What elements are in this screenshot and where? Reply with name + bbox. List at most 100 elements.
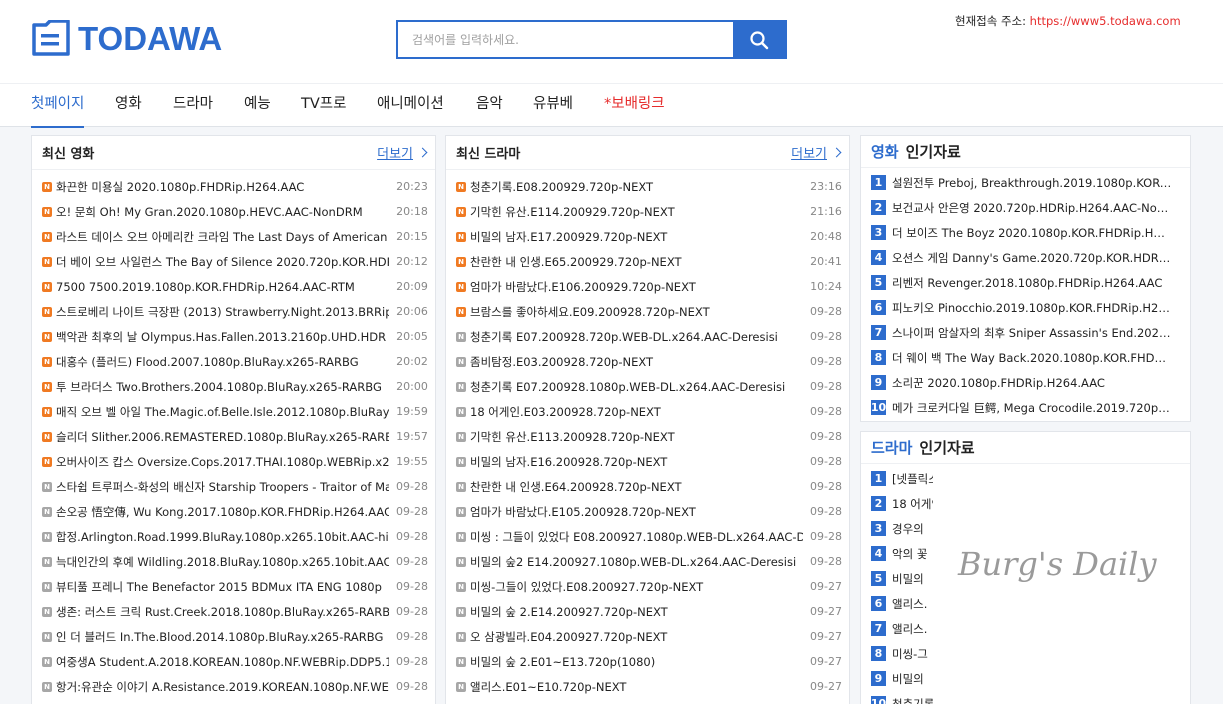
list-item[interactable]: 찬란한 내 인생.E64.200928.720p-NEXT09-28 xyxy=(446,474,849,499)
list-item-title[interactable]: 여중생A Student.A.2018.KOREAN.1080p.NF.WEBR… xyxy=(56,654,389,670)
nav-item-home[interactable]: 첫페이지 xyxy=(31,84,85,128)
list-item-title[interactable]: 브람스를 좋아하세요.E09.200928.720p-NEXT xyxy=(470,304,803,320)
list-item[interactable]: 뷰티풀 프레니 The Benefactor 2015 BDMux ITA EN… xyxy=(32,574,435,599)
list-item-title[interactable]: 스타쉽 트루퍼스-화성의 배신자 Starship Troopers - Tra… xyxy=(56,479,389,495)
rank-item[interactable]: 5 리벤저 Revenger.2018.1080p.FHDRip.H264.AAC xyxy=(861,270,1190,295)
rank-item[interactable]: 1 설원전투 Preboj, Breakthrough.2019.1080p.KO… xyxy=(861,170,1190,195)
rank-item-title[interactable]: 스나이퍼 암살자의 최후 Sniper Assassin's End.2020.… xyxy=(892,325,1172,341)
list-item-title[interactable]: 합정.Arlington.Road.1999.BluRay.1080p.x265… xyxy=(56,529,389,545)
rank-item-title[interactable]: 피노키오 Pinocchio.2019.1080p.KOR.FHDRip.H26… xyxy=(892,300,1172,316)
more-link[interactable]: 더보기 xyxy=(791,143,842,162)
list-item[interactable]: 청춘기록 E07.200928.1080p.WEB-DL.x264.AAC-De… xyxy=(446,374,849,399)
rank-item-title[interactable]: 메가 크로커다일 巨鳄, Mega Crocodile.2019.720p.HD… xyxy=(892,400,1172,416)
list-item-title[interactable]: 엄마가 바람났다.E105.200928.720p-NEXT xyxy=(470,504,803,520)
rank-item[interactable]: 2 보건교사 안은영 2020.720p.HDRip.H264.AAC-NonDR… xyxy=(861,195,1190,220)
list-item-title[interactable]: 비밀의 숲2 E14.200927.1080p.WEB-DL.x264.AAC-… xyxy=(470,554,803,570)
list-item-title[interactable]: 오! 문희 Oh! My Gran.2020.1080p.HEVC.AAC-No… xyxy=(56,204,389,220)
list-item[interactable]: 합정.Arlington.Road.1999.BluRay.1080p.x265… xyxy=(32,524,435,549)
list-item-title[interactable]: 미씽 : 그들이 있었다 E08.200927.1080p.WEB-DL.x26… xyxy=(470,529,803,545)
list-item-title[interactable]: 좀비탐정.E03.200928.720p-NEXT xyxy=(470,354,803,370)
list-item-title[interactable]: 청춘기록.E08.200929.720p-NEXT xyxy=(470,179,803,195)
list-item[interactable]: 라스트 데이스 오브 아메리칸 크라임 The Last Days of Ame… xyxy=(32,224,435,249)
list-item-title[interactable]: 비밀의 숲 2.E01~E13.720p(1080) xyxy=(470,654,803,670)
list-item-title[interactable]: 찬란한 내 인생.E64.200928.720p-NEXT xyxy=(470,479,803,495)
nav-item-music[interactable]: 음악 xyxy=(476,84,503,128)
list-item[interactable]: 더 베이 오브 사일런스 The Bay of Silence 2020.720… xyxy=(32,249,435,274)
list-item[interactable]: 청춘기록.E08.200929.720p-NEXT23:16 xyxy=(446,174,849,199)
rank-item[interactable]: 3 더 보이즈 The Boyz 2020.1080p.KOR.FHDRip.H2… xyxy=(861,220,1190,245)
list-item-title[interactable]: 찬란한 내 인생.E65.200929.720p-NEXT xyxy=(470,254,803,270)
list-item[interactable]: 엄마가 바람났다.E106.200929.720p-NEXT10:24 xyxy=(446,274,849,299)
list-item-title[interactable]: 생존: 러스트 크릭 Rust.Creek.2018.1080p.BluRay.… xyxy=(56,604,389,620)
list-item-title[interactable]: 비밀의 숲 2.E14.200927.720p-NEXT xyxy=(470,604,803,620)
list-item[interactable]: 좀비탐정.E03.200928.720p-NEXT09-28 xyxy=(446,349,849,374)
list-item-title[interactable]: 미씽-그들이 있었다.E08.200927.720p-NEXT xyxy=(470,579,803,595)
list-item[interactable]: 비밀의 남자.E17.200929.720p-NEXT20:48 xyxy=(446,224,849,249)
rank-item[interactable]: 9 소리꾼 2020.1080p.FHDRip.H264.AAC xyxy=(861,370,1190,395)
list-item-title[interactable]: 청춘기록 E07.200928.1080p.WEB-DL.x264.AAC-De… xyxy=(470,379,803,395)
rank-item[interactable]: 10 메가 크로커다일 巨鳄, Mega Crocodile.2019.720p.… xyxy=(861,395,1190,420)
list-item[interactable]: 인 더 블러드 In.The.Blood.2014.1080p.BluRay.x… xyxy=(32,624,435,649)
address-link[interactable]: https://www5.todawa.com xyxy=(1030,14,1181,28)
list-item-title[interactable]: 대홍수 (플러드) Flood.2007.1080p.BluRay.x265-R… xyxy=(56,354,389,370)
nav-item-dramas[interactable]: 드라마 xyxy=(173,84,213,128)
nav-item-movies[interactable]: 영화 xyxy=(115,84,142,128)
list-item-title[interactable]: 오버사이즈 캅스 Oversize.Cops.2017.THAI.1080p.W… xyxy=(56,454,389,470)
list-item[interactable]: 18 어게인.E03.200928.720p-NEXT09-28 xyxy=(446,399,849,424)
list-item[interactable]: 늑대인간의 후예 Wildling.2018.BluRay.1080p.x265… xyxy=(32,549,435,574)
rank-item-title[interactable]: 소리꾼 2020.1080p.FHDRip.H264.AAC xyxy=(892,375,1172,391)
rank-item-title[interactable]: 더 웨이 백 The Way Back.2020.1080p.KOR.FHDRi… xyxy=(892,350,1172,366)
nav-item-tv[interactable]: TV프로 xyxy=(301,84,346,128)
list-item[interactable]: 대홍수 (플러드) Flood.2007.1080p.BluRay.x265-R… xyxy=(32,349,435,374)
list-item[interactable]: 앨리스.E01~E10.720p-NEXT09-27 xyxy=(446,674,849,699)
list-item[interactable]: 오 삼광빌라.E04.200927.720p-NEXT09-27 xyxy=(446,624,849,649)
list-item-title[interactable]: 청춘기록 E07.200928.720p.WEB-DL.x264.AAC-Der… xyxy=(470,329,803,345)
more-link[interactable]: 더보기 xyxy=(377,143,428,162)
list-item-title[interactable]: 화끈한 미용실 2020.1080p.FHDRip.H264.AAC xyxy=(56,179,389,195)
list-item[interactable]: 엄마가 바람났다.E105.200928.720p-NEXT09-28 xyxy=(446,499,849,524)
list-item-title[interactable]: 뷰티풀 프레니 The Benefactor 2015 BDMux ITA EN… xyxy=(56,579,389,595)
list-item[interactable]: 비밀의 숲2 E14.200927.1080p.WEB-DL.x264.AAC-… xyxy=(446,549,849,574)
list-item[interactable]: 백악관 최후의 날 Olympus.Has.Fallen.2013.2160p.… xyxy=(32,324,435,349)
list-item-title[interactable]: 앨리스.E01~E10.720p-NEXT xyxy=(470,679,803,695)
search-input[interactable] xyxy=(398,22,733,57)
list-item[interactable]: 여중생A Student.A.2018.KOREAN.1080p.NF.WEBR… xyxy=(32,649,435,674)
list-item[interactable]: 청춘기록 E07.200928.720p.WEB-DL.x264.AAC-Der… xyxy=(446,324,849,349)
rank-item-title[interactable]: 더 보이즈 The Boyz 2020.1080p.KOR.FHDRip.H26… xyxy=(892,225,1172,241)
list-item[interactable]: 7500 7500.2019.1080p.KOR.FHDRip.H264.AAC… xyxy=(32,274,435,299)
list-item-title[interactable]: 인 더 블러드 In.The.Blood.2014.1080p.BluRay.x… xyxy=(56,629,389,645)
list-item[interactable]: 매직 오브 벨 아일 The.Magic.of.Belle.Isle.2012.… xyxy=(32,399,435,424)
list-item-title[interactable]: 매직 오브 벨 아일 The.Magic.of.Belle.Isle.2012.… xyxy=(56,404,389,420)
list-item[interactable]: 손오공 悟空傳, Wu Kong.2017.1080p.KOR.FHDRip.H… xyxy=(32,499,435,524)
list-item-title[interactable]: 항거:유관순 이야기 A.Resistance.2019.KOREAN.1080… xyxy=(56,679,389,695)
list-item-title[interactable]: 7500 7500.2019.1080p.KOR.FHDRip.H264.AAC… xyxy=(56,280,389,294)
search-button[interactable] xyxy=(733,22,785,57)
list-item-title[interactable]: 기막힌 유산.E114.200929.720p-NEXT xyxy=(470,204,803,220)
list-item[interactable]: 미씽 : 그들이 있었다 E08.200927.1080p.WEB-DL.x26… xyxy=(446,524,849,549)
list-item-title[interactable]: 기막힌 유산.E113.200928.720p-NEXT xyxy=(470,429,803,445)
list-item-title[interactable]: 18 어게인.E03.200928.720p-NEXT xyxy=(470,404,803,420)
list-item[interactable]: 항거:유관순 이야기 A.Resistance.2019.KOREAN.1080… xyxy=(32,674,435,699)
list-item[interactable]: 생존: 러스트 크릭 Rust.Creek.2018.1080p.BluRay.… xyxy=(32,599,435,624)
list-item[interactable]: 기막힌 유산.E114.200929.720p-NEXT21:16 xyxy=(446,199,849,224)
rank-item[interactable]: 7 스나이퍼 암살자의 최후 Sniper Assassin's End.2020… xyxy=(861,320,1190,345)
list-item-title[interactable]: 백악관 최후의 날 Olympus.Has.Fallen.2013.2160p.… xyxy=(56,329,389,345)
list-item-title[interactable]: 투 브라더스 Two.Brothers.2004.1080p.BluRay.x2… xyxy=(56,379,389,395)
list-item-title[interactable]: 라스트 데이스 오브 아메리칸 크라임 The Last Days of Ame… xyxy=(56,229,389,245)
list-item-title[interactable]: 슬리더 Slither.2006.REMASTERED.1080p.BluRay… xyxy=(56,429,389,445)
rank-item-title[interactable]: 설원전투 Preboj, Breakthrough.2019.1080p.KOR… xyxy=(892,175,1172,191)
list-item-title[interactable]: 엄마가 바람났다.E106.200929.720p-NEXT xyxy=(470,279,803,295)
rank-item[interactable]: 8 더 웨이 백 The Way Back.2020.1080p.KOR.FHDR… xyxy=(861,345,1190,370)
list-item[interactable]: 기막힌 유산.E113.200928.720p-NEXT09-28 xyxy=(446,424,849,449)
list-item[interactable]: 오버사이즈 캅스 Oversize.Cops.2017.THAI.1080p.W… xyxy=(32,449,435,474)
nav-item-youtube[interactable]: 유뷰베 xyxy=(533,84,573,128)
rank-item-title[interactable]: 리벤저 Revenger.2018.1080p.FHDRip.H264.AAC xyxy=(892,275,1172,291)
list-item[interactable]: 투 브라더스 Two.Brothers.2004.1080p.BluRay.x2… xyxy=(32,374,435,399)
site-logo[interactable]: TODAWA xyxy=(31,19,222,57)
list-item[interactable]: 슬리더 Slither.2006.REMASTERED.1080p.BluRay… xyxy=(32,424,435,449)
list-item[interactable]: 화끈한 미용실 2020.1080p.FHDRip.H264.AAC20:23 xyxy=(32,174,435,199)
list-item[interactable]: 브람스를 좋아하세요.E09.200928.720p-NEXT09-28 xyxy=(446,299,849,324)
rank-item-title[interactable]: 오션스 게임 Danny's Game.2020.720p.KOR.HDRip.… xyxy=(892,250,1172,266)
list-item[interactable]: 스타쉽 트루퍼스-화성의 배신자 Starship Troopers - Tra… xyxy=(32,474,435,499)
nav-item-animation[interactable]: 애니메이션 xyxy=(377,84,444,128)
